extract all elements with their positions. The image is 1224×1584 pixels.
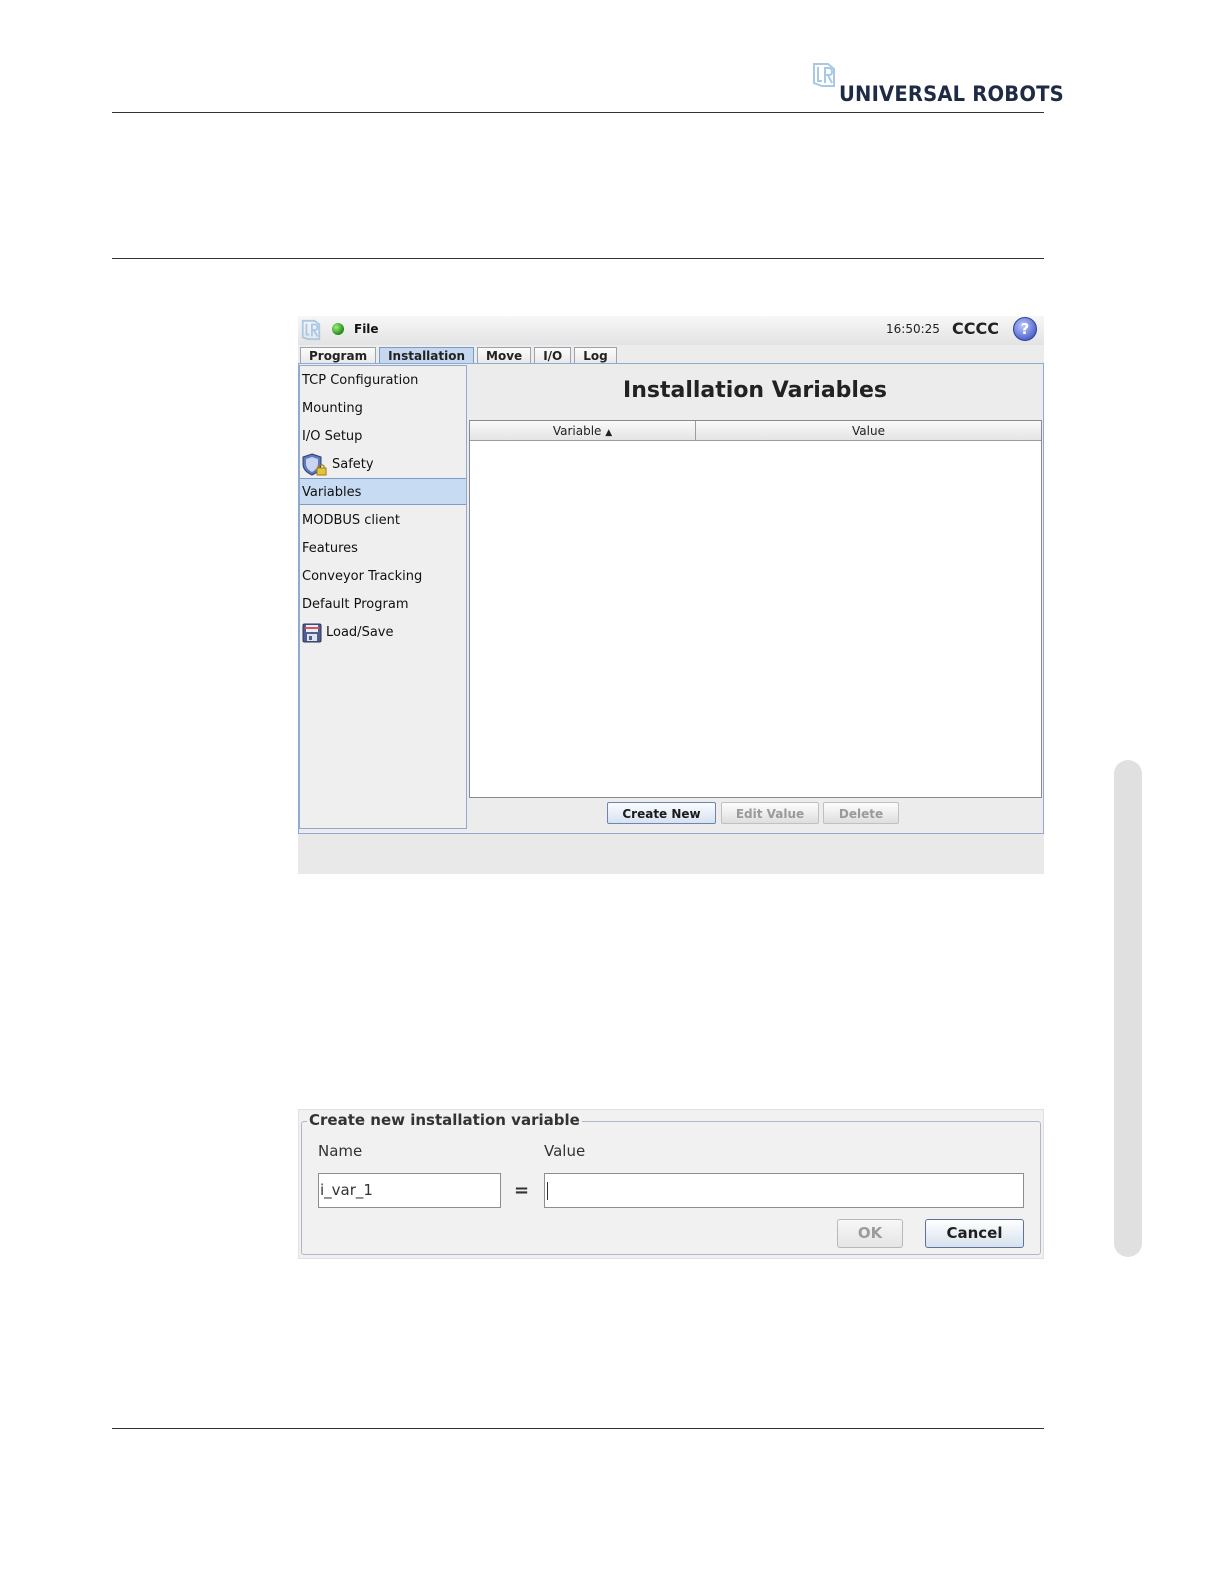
name-field[interactable]: i_var_1 [318,1173,501,1208]
file-menu[interactable]: File [354,322,379,336]
installation-screen: File 16:50:25 CCCC ? Program Installatio… [298,316,1044,874]
sidebar-item-features[interactable]: Features [302,535,465,562]
sidebar-item-variables[interactable]: Variables [300,478,466,505]
dialog-title: Create new installation variable [307,1111,582,1129]
tab-program[interactable]: Program [300,347,377,364]
brand-name: UNIVERSAL ROBOTS [839,82,1064,106]
sidebar-item-conveyor-tracking[interactable]: Conveyor Tracking [302,563,465,590]
tab-log[interactable]: Log [574,347,617,364]
cancel-button[interactable]: Cancel [925,1219,1024,1248]
create-new-button[interactable]: Create New [607,802,716,824]
create-variable-dialog: Create new installation variable Name Va… [298,1109,1044,1259]
top-bar: File 16:50:25 CCCC ? [298,316,1044,345]
column-header-variable[interactable]: Variable ▲ [470,421,696,441]
status-indicator-icon [332,323,344,335]
tab-move[interactable]: Move [477,347,532,364]
variables-table: Variable ▲ Value [469,420,1042,798]
sidebar-item-mounting[interactable]: Mounting [302,395,465,422]
edit-value-button[interactable]: Edit Value [721,802,819,824]
equals-sign: = [514,1180,530,1201]
tab-io[interactable]: I/O [534,347,572,364]
tab-installation[interactable]: Installation [379,347,475,364]
main-tabs: Program Installation Move I/O Log [300,347,617,364]
column-header-value[interactable]: Value [696,421,1041,441]
variables-panel: Installation Variables Variable ▲ Value … [468,366,1042,832]
ur-menu-logo-icon[interactable] [300,319,322,341]
sidebar-item-io-setup[interactable]: I/O Setup [302,423,465,450]
installation-sidebar: TCP Configuration Mounting I/O Setup Saf… [299,365,467,829]
table-actions: Create New Edit Value Delete [468,802,1042,826]
clock: 16:50:25 [886,322,940,336]
sidebar-item-label: Load/Save [326,625,394,640]
sidebar-item-label: Safety [332,457,374,472]
sidebar-item-label: Variables [302,485,362,500]
floppy-disk-icon [302,623,322,642]
sidebar-item-safety[interactable]: Safety [302,451,465,478]
sidebar-item-label: MODBUS client [302,513,400,528]
sidebar-item-load-save[interactable]: Load/Save [302,619,465,646]
header-rule [112,112,1044,113]
sidebar-item-default-program[interactable]: Default Program [302,591,465,618]
sidebar-item-label: Mounting [302,401,363,416]
sidebar-item-label: TCP Configuration [302,373,419,388]
bottom-bar [298,834,1044,874]
shield-lock-icon [302,452,327,476]
delete-button[interactable]: Delete [823,802,899,824]
sidebar-item-label: Conveyor Tracking [302,569,423,584]
chapter-thumb-tab [1114,760,1142,1257]
sidebar-item-label: Default Program [302,597,409,612]
page-title: Installation Variables [623,378,887,403]
sidebar-item-modbus-client[interactable]: MODBUS client [302,507,465,534]
value-label: Value [544,1142,586,1160]
sidebar-item-tcp-configuration[interactable]: TCP Configuration [302,367,465,394]
ur-logo-icon [813,63,835,87]
footer-rule [112,1428,1044,1429]
ok-button[interactable]: OK [837,1219,903,1248]
robot-name: CCCC [952,319,999,338]
sidebar-item-label: I/O Setup [302,429,363,444]
sidebar-item-label: Features [302,541,358,556]
value-field[interactable] [544,1173,1024,1208]
sort-ascending-icon: ▲ [605,428,613,438]
section-rule [112,258,1044,259]
name-label: Name [318,1142,363,1160]
text-cursor [547,1181,548,1200]
help-icon[interactable]: ? [1013,317,1037,341]
